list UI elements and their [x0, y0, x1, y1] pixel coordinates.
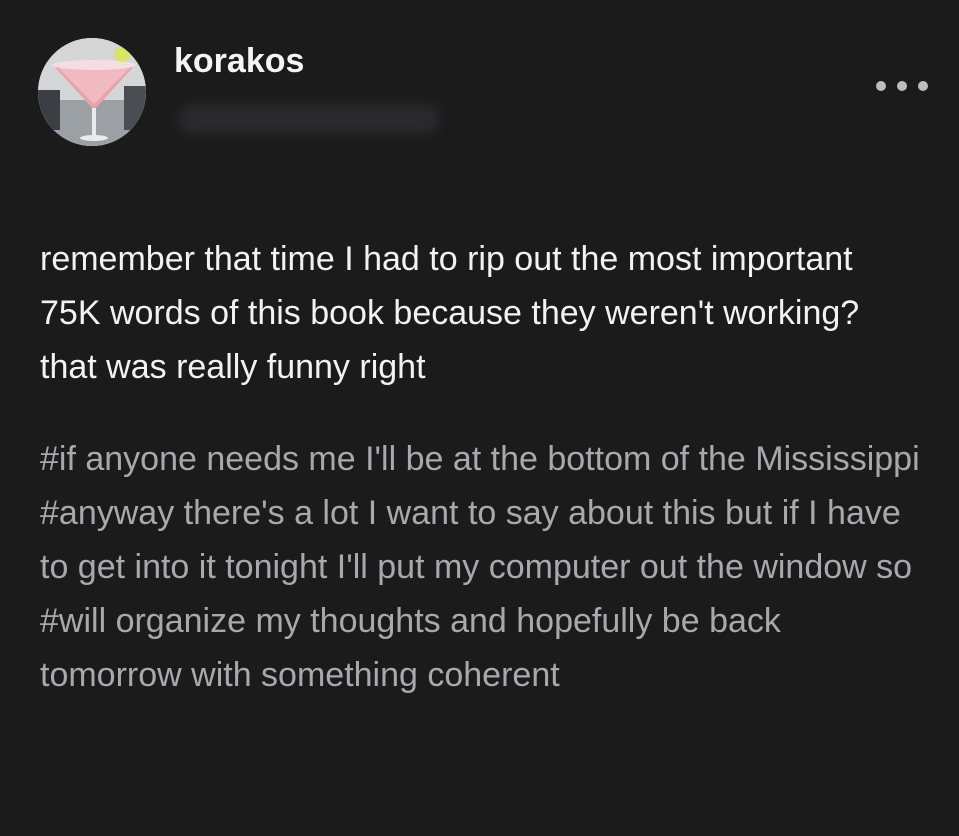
tag-link[interactable]: #anyway there's a lot I want to say abou…: [40, 486, 920, 594]
menu-dot: [918, 81, 928, 91]
menu-dot: [876, 81, 886, 91]
username[interactable]: korakos: [174, 42, 304, 81]
cocktail-glass-icon: [38, 38, 146, 146]
avatar[interactable]: [38, 38, 146, 146]
more-options-icon[interactable]: [876, 74, 928, 98]
tags-list: #if anyone needs me I'll be at the botto…: [40, 432, 920, 702]
tag-link[interactable]: #will organize my thoughts and hopefully…: [40, 594, 920, 702]
menu-dot: [897, 81, 907, 91]
post-card: korakos remember that time I had to rip …: [0, 0, 959, 836]
blurred-subtitle: [178, 104, 440, 134]
post-body: remember that time I had to rip out the …: [40, 240, 860, 386]
tag-link[interactable]: #if anyone needs me I'll be at the botto…: [40, 432, 920, 486]
